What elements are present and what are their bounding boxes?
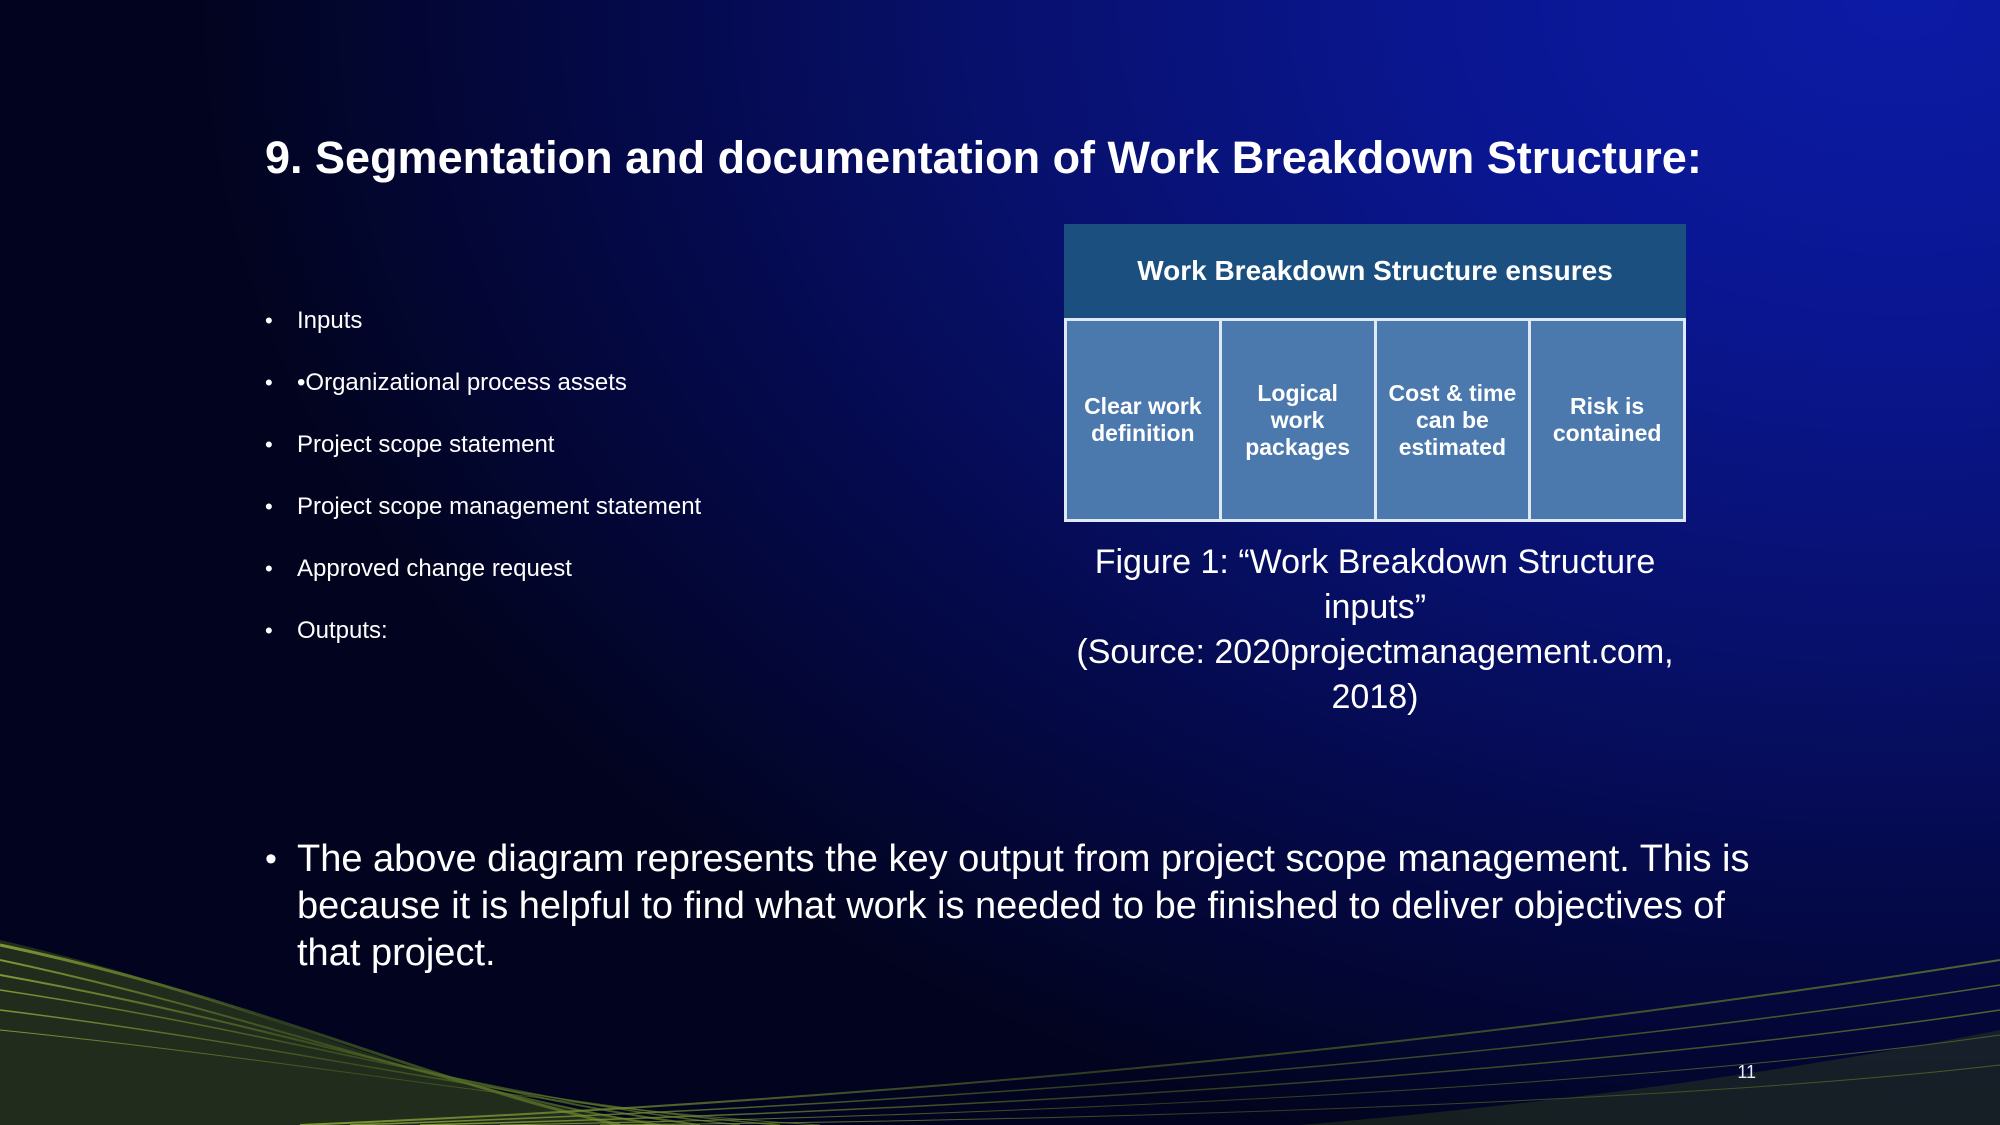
- wbs-figure-row: Clear work definition Logical work packa…: [1064, 318, 1686, 522]
- wbs-figure-header: Work Breakdown Structure ensures: [1137, 255, 1613, 286]
- wbs-cell-risk: Risk is contained: [1531, 321, 1683, 519]
- caption-line: Figure 1: “Work Breakdown Structure: [1094, 543, 1656, 581]
- slide-title: 9. Segmentation and documentation of Wor…: [265, 132, 1702, 183]
- wbs-figure: Work Breakdown Structure ensures Clear w…: [1064, 224, 1686, 522]
- bullet-text: Project scope management statement: [297, 493, 702, 520]
- bullet-text: •Organizational process assets: [297, 369, 627, 396]
- list-item: • Inputs: [265, 290, 1005, 352]
- bullet-text: Project scope statement: [297, 431, 555, 458]
- bullet-icon: •: [265, 840, 277, 878]
- wbs-cell-cost-time: Cost & time can be estimated: [1376, 321, 1529, 519]
- summary-paragraph: • The above diagram represents the key o…: [265, 836, 1767, 977]
- list-item: • Outputs:: [265, 600, 1005, 662]
- list-item: • •Organizational process assets: [265, 352, 1005, 414]
- bullet-text: Approved change request: [297, 555, 572, 582]
- bullet-icon: •: [265, 308, 273, 333]
- bullet-icon: •: [265, 370, 273, 395]
- summary-text: The above diagram represents the key out…: [297, 838, 1750, 974]
- bullet-icon: •: [265, 618, 273, 643]
- slide: 9. Segmentation and documentation of Wor…: [0, 0, 2000, 1125]
- figure-caption: Figure 1: “Work Breakdown Structure inpu…: [1064, 540, 1686, 720]
- bullet-text: Inputs: [297, 307, 363, 334]
- bullet-icon: •: [265, 432, 273, 457]
- list-item: • Project scope statement: [265, 414, 1005, 476]
- wbs-cell-logical-packages: Logical work packages: [1221, 321, 1374, 519]
- bullet-text: Outputs:: [297, 617, 388, 644]
- bullet-icon: •: [265, 494, 273, 519]
- caption-line: (Source: 2020projectmanagement.com,: [1076, 633, 1674, 671]
- page-number: 11: [1737, 1062, 1756, 1082]
- wbs-cell-clear-work: Clear work definition: [1067, 321, 1219, 519]
- caption-line: 2018): [1331, 678, 1419, 716]
- list-item: • Approved change request: [265, 538, 1005, 600]
- caption-line: inputs”: [1323, 588, 1427, 626]
- bullet-list: • Inputs • •Organizational process assets …: [265, 290, 1005, 662]
- bullet-icon: •: [265, 556, 273, 581]
- list-item: • Project scope management statement: [265, 476, 1005, 538]
